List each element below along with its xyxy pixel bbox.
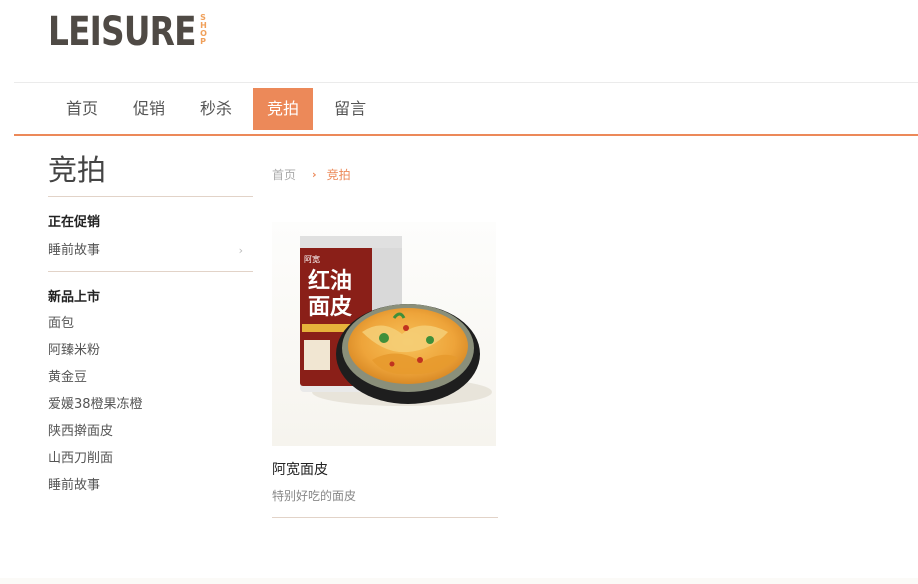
- sidebar-group-title: 正在促销: [48, 215, 101, 230]
- logo-side-text: S H O P: [200, 13, 207, 46]
- breadcrumb: 首页 › 竞拍: [272, 166, 351, 183]
- sidebar-item-golden-beans[interactable]: 黄金豆: [48, 364, 253, 391]
- package-line1: 红油: [308, 268, 352, 294]
- page-title: 竞拍: [48, 150, 253, 197]
- nav-promotion[interactable]: 促销: [119, 88, 179, 130]
- sidebar-item-orange[interactable]: 爱媛38橙果冻橙: [48, 391, 253, 418]
- site-logo[interactable]: LEISURE S H O P: [48, 8, 207, 56]
- nav-flash-sale[interactable]: 秒杀: [186, 88, 246, 130]
- product-photo: 阿宽 红油 面皮: [300, 236, 492, 406]
- nav-home[interactable]: 首页: [52, 88, 112, 130]
- sidebar-item-label: 睡前故事: [48, 243, 101, 258]
- sidebar-item-shanxi-noodle[interactable]: 山西刀削面: [48, 445, 253, 472]
- package-brand: 阿宽: [304, 254, 320, 264]
- sidebar-item-shaanxi-noodle[interactable]: 陕西擀面皮: [48, 418, 253, 445]
- breadcrumb-current: 竞拍: [326, 168, 351, 182]
- sidebar-group-title: 新品上市: [48, 290, 101, 305]
- nav-underline: [14, 134, 918, 136]
- footer-strip: [0, 578, 918, 584]
- nav-auction[interactable]: 竞拍: [253, 88, 314, 130]
- sidebar-item-bread[interactable]: 面包: [48, 310, 253, 337]
- sidebar-item-bedtime-story[interactable]: 睡前故事 ›: [48, 243, 253, 259]
- chevron-right-icon: ›: [238, 244, 243, 257]
- sidebar-item-bedtime-story-2[interactable]: 睡前故事: [48, 472, 253, 499]
- product-name[interactable]: 阿宽面皮: [272, 460, 498, 480]
- product-description: 特别好吃的面皮: [272, 489, 357, 503]
- header-divider: [14, 82, 918, 83]
- sidebar-item-rice-noodle[interactable]: 阿臻米粉: [48, 337, 253, 364]
- product-image[interactable]: 阿宽 红油 面皮: [272, 222, 496, 446]
- sidebar-group-new-products: 新品上市 面包 阿臻米粉 黄金豆 爱媛38橙果冻橙 陕西擀面皮 山西刀削面 睡前…: [48, 272, 253, 499]
- package-line2: 面皮: [308, 294, 352, 320]
- breadcrumb-home[interactable]: 首页: [272, 166, 296, 183]
- nav-messages[interactable]: 留言: [320, 88, 380, 130]
- main-nav: 首页 促销 秒杀 竞拍 留言: [52, 88, 387, 130]
- breadcrumb-separator: ›: [312, 168, 317, 181]
- product-card[interactable]: 阿宽 红油 面皮 阿宽面皮 特别好吃的面皮: [272, 222, 498, 518]
- sidebar-group-on-sale: 正在促销 睡前故事 ›: [48, 197, 253, 272]
- logo-text: LEISURE: [48, 9, 197, 55]
- sidebar: 竞拍 正在促销 睡前故事 › 新品上市 面包 阿臻米粉 黄金豆 爱媛38橙果冻橙…: [48, 150, 253, 499]
